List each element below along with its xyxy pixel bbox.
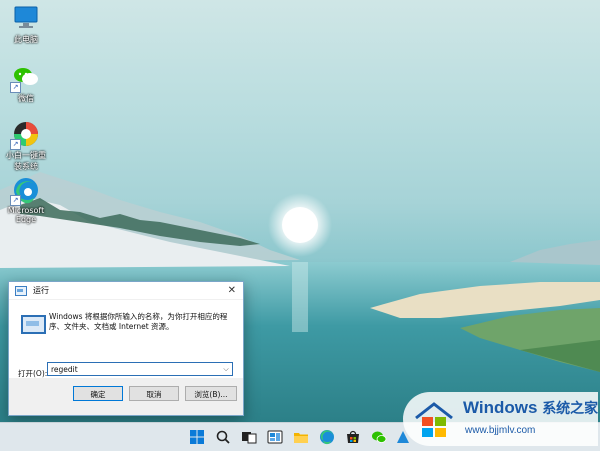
edge-icon: ↗ [10, 176, 40, 206]
run-app-large-icon [21, 315, 46, 334]
run-description: Windows 将根据你所输入的名称，为你打开相应的程序、文件夹、文档或 Int… [49, 312, 228, 331]
desktop-icon-this-pc[interactable]: 此电脑 [0, 4, 52, 45]
close-icon[interactable]: ✕ [228, 285, 236, 296]
search-icon[interactable] [214, 428, 232, 446]
cancel-button[interactable]: 取消 [129, 386, 179, 401]
store-icon[interactable] [344, 428, 362, 446]
watermark-windows: Windows [463, 398, 538, 417]
ok-button[interactable]: 确定 [73, 386, 123, 401]
watermark: Windows 系统之家 www.bjjmlv.com [403, 392, 598, 446]
wechat-icon: ↗ [10, 63, 40, 93]
wechat-icon[interactable] [370, 428, 388, 446]
start-icon[interactable] [188, 428, 206, 446]
watermark-cn: 系统之家 [542, 400, 599, 416]
shortcut-arrow-icon: ↗ [10, 82, 21, 93]
run-dialog-titlebar[interactable]: 运行 [9, 282, 243, 300]
shortcut-arrow-icon: ↗ [10, 139, 21, 150]
watermark-title: Windows 系统之家 [463, 398, 598, 418]
desktop-icon-wechat[interactable]: ↗ 微信 [0, 63, 52, 104]
file-explorer-icon[interactable] [292, 428, 310, 446]
shortcut-arrow-icon: ↗ [10, 195, 21, 206]
browse-button[interactable]: 浏览(B)... [185, 386, 237, 401]
edge-icon[interactable] [318, 428, 336, 446]
run-dialog: 运行 ✕ Windows 将根据你所输入的名称，为你打开相应的程序、文件夹、文档… [8, 281, 244, 416]
widgets-icon[interactable] [266, 428, 284, 446]
open-input[interactable]: regedit ⌵ [47, 362, 233, 376]
desktop-icon-label: 微信 [18, 94, 34, 103]
run-dialog-body: Windows 将根据你所输入的名称，为你打开相应的程序、文件夹、文档或 Int… [9, 300, 243, 378]
desktop-icon-label: 此电脑 [14, 35, 38, 44]
xiaobai-reinstall-icon: ↗ [10, 120, 40, 150]
run-dialog-title: 运行 [33, 286, 49, 295]
chevron-down-icon[interactable]: ⌵ [220, 365, 232, 374]
task-view-icon[interactable] [240, 428, 258, 446]
windows-house-logo-icon [415, 402, 453, 437]
desktop-icon-label: 小白一键重装系统 [6, 151, 46, 171]
this-pc-icon [12, 4, 40, 32]
watermark-url: www.bjjmlv.com [465, 425, 536, 436]
desktop-icon-edge[interactable]: ↗ Microsoft Edge [0, 176, 52, 224]
run-dialog-footer: 确定 取消 浏览(B)... [9, 378, 243, 415]
desktop-icon-xiaobai[interactable]: ↗ 小白一键重装系统 [0, 120, 52, 172]
run-app-icon [15, 285, 27, 296]
desktop-icon-label: Microsoft Edge [7, 206, 45, 224]
open-input-value[interactable]: regedit [48, 365, 220, 374]
